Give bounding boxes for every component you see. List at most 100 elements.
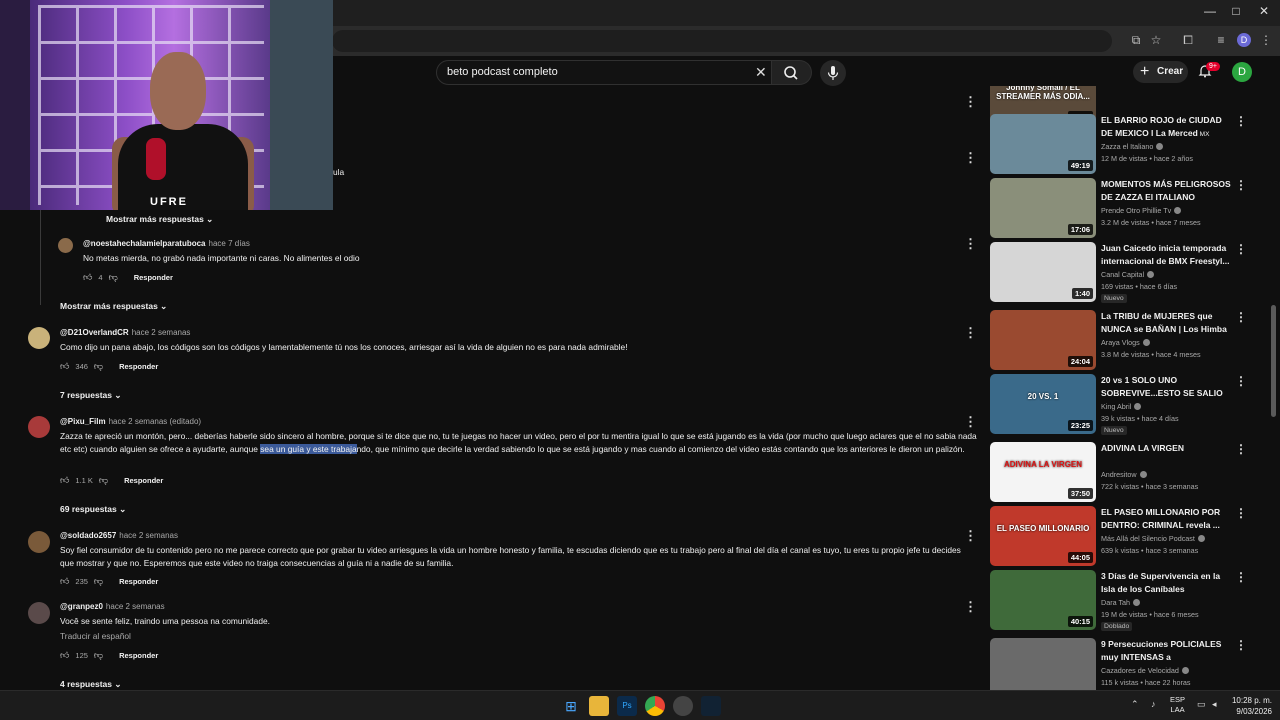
dislike-icon[interactable]: 👎︎ (94, 650, 103, 661)
video-thumbnail[interactable]: 1:40 (990, 242, 1096, 302)
show-more-replies-button[interactable]: Mostrar más respuestas ⌄ (60, 301, 167, 312)
replies-toggle[interactable]: 69 respuestas ⌄ (60, 504, 126, 515)
comment-menu-icon[interactable]: ⋮ (964, 326, 977, 339)
video-menu-icon[interactable]: ⋮ (1235, 242, 1247, 256)
network-icon[interactable]: ▭ (1197, 699, 1206, 710)
video-menu-icon[interactable]: ⋮ (1235, 442, 1247, 456)
comment-menu-icon[interactable]: ⋮ (964, 95, 977, 108)
comment-menu-icon[interactable]: ⋮ (964, 237, 977, 250)
video-thumbnail[interactable]: 49:19 (990, 114, 1096, 174)
maximize-button[interactable]: □ (1222, 4, 1250, 18)
browser-menu-icon[interactable]: ⋮ (1257, 31, 1275, 49)
comment-menu-icon[interactable]: ⋮ (964, 151, 977, 164)
clock[interactable]: 10:28 p. m. 9/03/2026 (1228, 695, 1272, 717)
comment-menu-icon[interactable]: ⋮ (964, 415, 977, 428)
avatar[interactable] (28, 531, 50, 553)
channel-name[interactable]: Zazza el Italiano (1101, 142, 1164, 151)
extensions-icon[interactable]: ⧠ (1179, 31, 1197, 49)
video-thumbnail[interactable]: ADIVINA LA VIRGEN 37:50 (990, 442, 1096, 502)
close-window-button[interactable]: ✕ (1250, 4, 1278, 18)
video-menu-icon[interactable]: ⋮ (1235, 506, 1247, 520)
show-more-replies-button[interactable]: Mostrar más respuestas ⌄ (106, 214, 213, 225)
recommended-video[interactable]: 40:15 3 Días de Supervivencia en la Isla … (990, 570, 1260, 634)
recommended-video[interactable]: 1:40 Juan Caicedo inicia temporada intern… (990, 242, 1260, 306)
video-thumbnail[interactable]: 40:15 (990, 570, 1096, 630)
photoshop-icon[interactable]: Ps (617, 696, 637, 716)
channel-name[interactable]: Cazadores de Velocidad (1101, 666, 1189, 675)
video-title[interactable]: ADIVINA LA VIRGEN (1101, 442, 1231, 455)
comment-author[interactable]: @Pixu_Film hace 2 semanas (editado) (60, 417, 201, 426)
channel-name[interactable]: King Abril (1101, 402, 1142, 411)
video-menu-icon[interactable]: ⋮ (1235, 310, 1247, 324)
video-menu-icon[interactable]: ⋮ (1235, 638, 1247, 652)
video-title[interactable]: EL PASEO MILLONARIO POR DENTRO: CRIMINAL… (1101, 506, 1231, 531)
comment-menu-icon[interactable]: ⋮ (964, 600, 977, 613)
channel-name[interactable]: Canal Capital (1101, 270, 1155, 279)
video-title[interactable]: La TRIBU de MUJERES que NUNCA se BAÑAN |… (1101, 310, 1231, 335)
recommended-video[interactable]: 24:04 La TRIBU de MUJERES que NUNCA se BA… (990, 310, 1260, 374)
recommended-video[interactable]: EL PASEO MILLONARIO 44:05 EL PASEO MILLONA… (990, 506, 1260, 570)
avatar[interactable] (28, 416, 50, 438)
like-icon[interactable]: 👍︎ (60, 650, 69, 661)
replies-toggle[interactable]: 4 respuestas ⌄ (60, 679, 121, 690)
channel-name[interactable]: Más Allá del Silencio Podcast (1101, 534, 1205, 543)
microphone-tray-icon[interactable]: ♪ (1151, 699, 1156, 709)
replies-toggle[interactable]: 7 respuestas ⌄ (60, 390, 121, 401)
minimize-button[interactable]: — (1196, 4, 1224, 18)
reply-button[interactable]: Responder (119, 651, 158, 660)
video-thumbnail[interactable]: 17:06 (990, 178, 1096, 238)
volume-icon[interactable]: ◂ (1212, 699, 1217, 710)
recommended-video[interactable]: 49:19 EL BARRIO ROJO de CIUDAD DE MEXICO … (990, 114, 1260, 178)
video-title[interactable]: 9 Persecuciones POLICIALES muy INTENSAS … (1101, 638, 1231, 664)
obs-icon[interactable] (673, 696, 693, 716)
dislike-icon[interactable]: 👎︎ (99, 475, 108, 486)
video-thumbnail[interactable] (990, 638, 1096, 690)
reply-button[interactable]: Responder (124, 476, 163, 485)
video-title[interactable]: 3 Días de Supervivencia en la Isla de lo… (1101, 570, 1231, 595)
video-thumbnail[interactable]: EL PASEO MILLONARIO 44:05 (990, 506, 1096, 566)
create-button[interactable]: + Crear (1133, 61, 1188, 83)
windows-start-icon[interactable]: ⊞ (561, 696, 581, 716)
translate-link[interactable]: Traducir al español (60, 630, 131, 643)
video-title[interactable]: EL BARRIO ROJO de CIUDAD DE MEXICO l La … (1101, 114, 1231, 140)
channel-name[interactable]: Dara Tah (1101, 598, 1141, 607)
chrome-icon[interactable] (645, 696, 665, 716)
reply-button[interactable]: Responder (119, 362, 158, 371)
avatar[interactable] (58, 238, 73, 253)
video-thumbnail[interactable]: 24:04 (990, 310, 1096, 370)
video-title[interactable]: MOMENTOS MÁS PELIGROSOS DE ZAZZA El ITAL… (1101, 178, 1231, 203)
comment-menu-icon[interactable]: ⋮ (964, 529, 977, 542)
like-icon[interactable]: 👍︎ (60, 361, 69, 372)
channel-name[interactable]: Araya Vlogs (1101, 338, 1150, 347)
channel-name[interactable]: Andresitow (1101, 470, 1147, 479)
file-explorer-icon[interactable] (589, 696, 609, 716)
reply-button[interactable]: Responder (134, 273, 173, 282)
reply-button[interactable]: Responder (119, 577, 158, 586)
browser-profile-avatar[interactable]: D (1237, 33, 1251, 47)
chevron-up-icon[interactable]: ⌃ (1131, 699, 1139, 710)
video-title[interactable]: Juan Caicedo inicia temporada internacio… (1101, 242, 1231, 267)
account-avatar[interactable]: D (1232, 62, 1252, 82)
like-icon[interactable]: 👍︎ (60, 475, 69, 486)
recommended-video[interactable]: 20 VS. 1 23:25 20 vs 1 SOLO UNO SOBREVIVE.… (990, 374, 1260, 438)
recommended-video[interactable]: ADIVINA LA VIRGEN 37:50 ADIVINA LA VIRGEN A… (990, 442, 1260, 506)
like-icon[interactable]: 👍︎ (60, 576, 69, 587)
video-title[interactable]: 20 vs 1 SOLO UNO SOBREVIVE...ESTO SE SAL… (1101, 374, 1231, 400)
comment-author[interactable]: @noestahechalamielparatuboca hace 7 días (83, 239, 250, 248)
video-menu-icon[interactable]: ⋮ (1235, 178, 1247, 192)
app-icon[interactable] (701, 696, 721, 716)
cast-icon[interactable]: ≡ (1212, 31, 1230, 49)
comment-author[interactable]: @granpez0 hace 2 semanas (60, 602, 165, 611)
comment-author[interactable]: @D21OverlandCR hace 2 semanas (60, 328, 190, 337)
comment-author[interactable]: @soldado2657 hace 2 semanas (60, 531, 178, 540)
dislike-icon[interactable]: 👎︎ (109, 272, 118, 283)
install-app-icon[interactable]: ⧉ (1127, 31, 1145, 49)
like-icon[interactable]: 👍︎ (83, 272, 92, 283)
video-menu-icon[interactable]: ⋮ (1235, 570, 1247, 584)
video-thumbnail[interactable]: 20 VS. 1 23:25 (990, 374, 1096, 434)
page-scrollbar[interactable] (1271, 305, 1276, 417)
channel-name[interactable]: Prende Otro Phillie Tv (1101, 206, 1182, 215)
recommended-video[interactable]: 17:06 MOMENTOS MÁS PELIGROSOS DE ZAZZA El… (990, 178, 1260, 242)
avatar[interactable] (28, 602, 50, 624)
language-indicator[interactable]: ESP LAA (1170, 695, 1185, 715)
